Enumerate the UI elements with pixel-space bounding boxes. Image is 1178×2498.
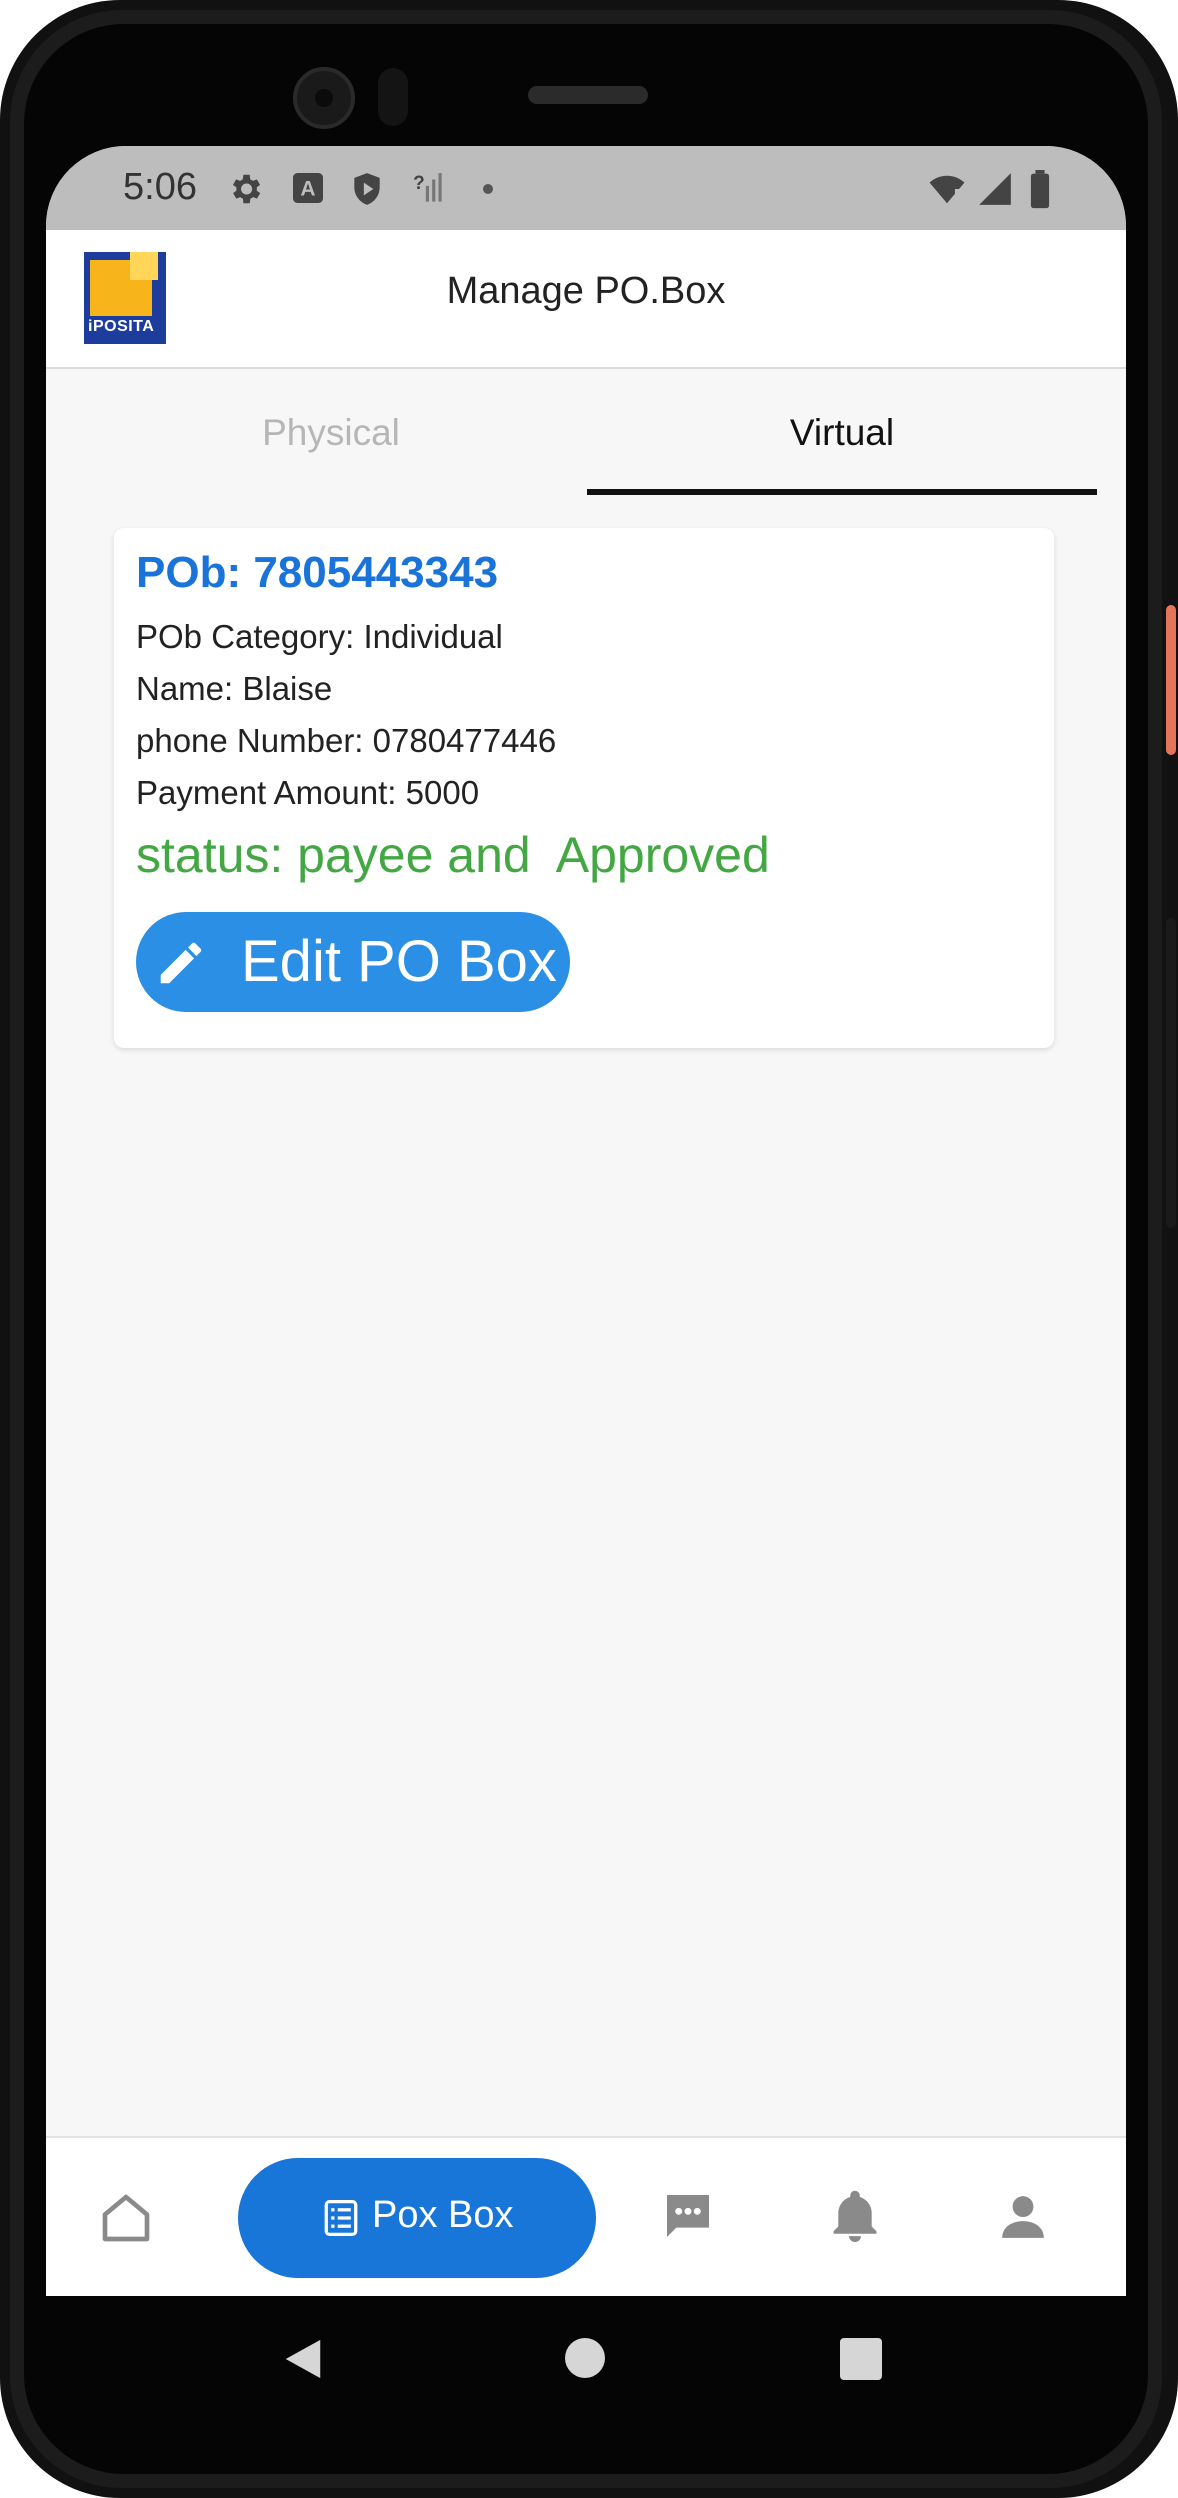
pob-category: POb Category: Individual [136,618,503,655]
home-icon[interactable] [98,2190,154,2251]
phone-frame: 5:06 A ? iPOSITA Manage PO.Box Physical … [0,0,1178,2498]
no-signal-icon: ? [410,170,448,213]
front-camera [293,67,355,129]
pobox-card: POb: 7805443343 POb Category: Individual… [114,528,1054,1048]
tab-virtual[interactable]: Virtual [587,369,1097,497]
app-bar: iPOSITA Manage PO.Box [46,230,1126,369]
shield-play-icon [348,170,386,213]
owner-name: Name: Blaise [136,670,333,707]
tab-bar: Physical Virtual [46,369,1126,497]
notification-dot-icon [482,182,494,200]
proximity-sensor [378,68,408,126]
status-text: status: payee and Approved [136,827,770,883]
svg-text:?: ? [413,173,425,194]
screen: 5:06 A ? iPOSITA Manage PO.Box Physical … [46,146,1126,2296]
chat-icon[interactable] [660,2188,716,2249]
page-title: Manage PO.Box [446,270,726,312]
system-navigation-bar [46,2296,1126,2420]
home-circle-icon[interactable] [564,2337,606,2384]
edit-po-box-button[interactable]: Edit PO Box [136,912,570,1012]
earpiece-speaker [528,86,648,104]
person-icon[interactable] [998,2192,1048,2247]
pob-number: POb: 7805443343 [136,548,499,597]
recents-icon[interactable] [840,2338,882,2385]
cell-signal-icon [976,170,1014,213]
edit-po-box-label: Edit PO Box [241,929,557,994]
status-time: 5:06 [123,166,197,208]
list-icon [324,2200,358,2236]
power-button [1166,605,1176,755]
bell-icon[interactable] [826,2186,884,2253]
volume-button [1166,918,1176,1228]
nav-item-pox-box-label: Pox Box [372,2194,514,2236]
wifi-icon [926,170,968,213]
bottom-navigation: Pox Box [46,2136,1126,2296]
keyboard-a-icon: A [290,170,326,211]
battery-icon [1028,170,1052,215]
pencil-icon [160,942,202,984]
settings-icon [226,170,264,213]
payment-amount: Payment Amount: 5000 [136,774,480,811]
back-icon[interactable] [281,2336,325,2387]
status-bar: 5:06 A ? [46,146,1126,230]
svg-text:A: A [300,178,315,201]
tab-indicator [587,489,1097,495]
tab-physical[interactable]: Physical [76,369,586,497]
nav-item-pox-box[interactable]: Pox Box [238,2158,596,2278]
phone-number: phone Number: 0780477446 [136,722,557,759]
